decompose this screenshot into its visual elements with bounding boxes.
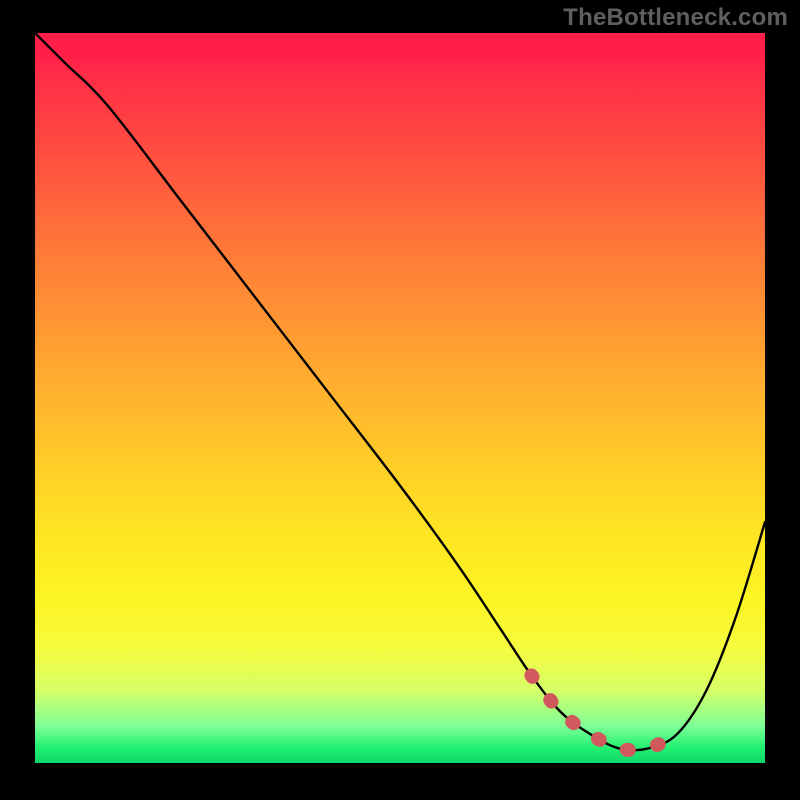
chart-area xyxy=(35,33,765,763)
bottleneck-curve xyxy=(35,33,765,750)
chart-svg xyxy=(35,33,765,763)
watermark-text: TheBottleneck.com xyxy=(563,4,788,32)
optimal-range-marker xyxy=(531,675,677,750)
